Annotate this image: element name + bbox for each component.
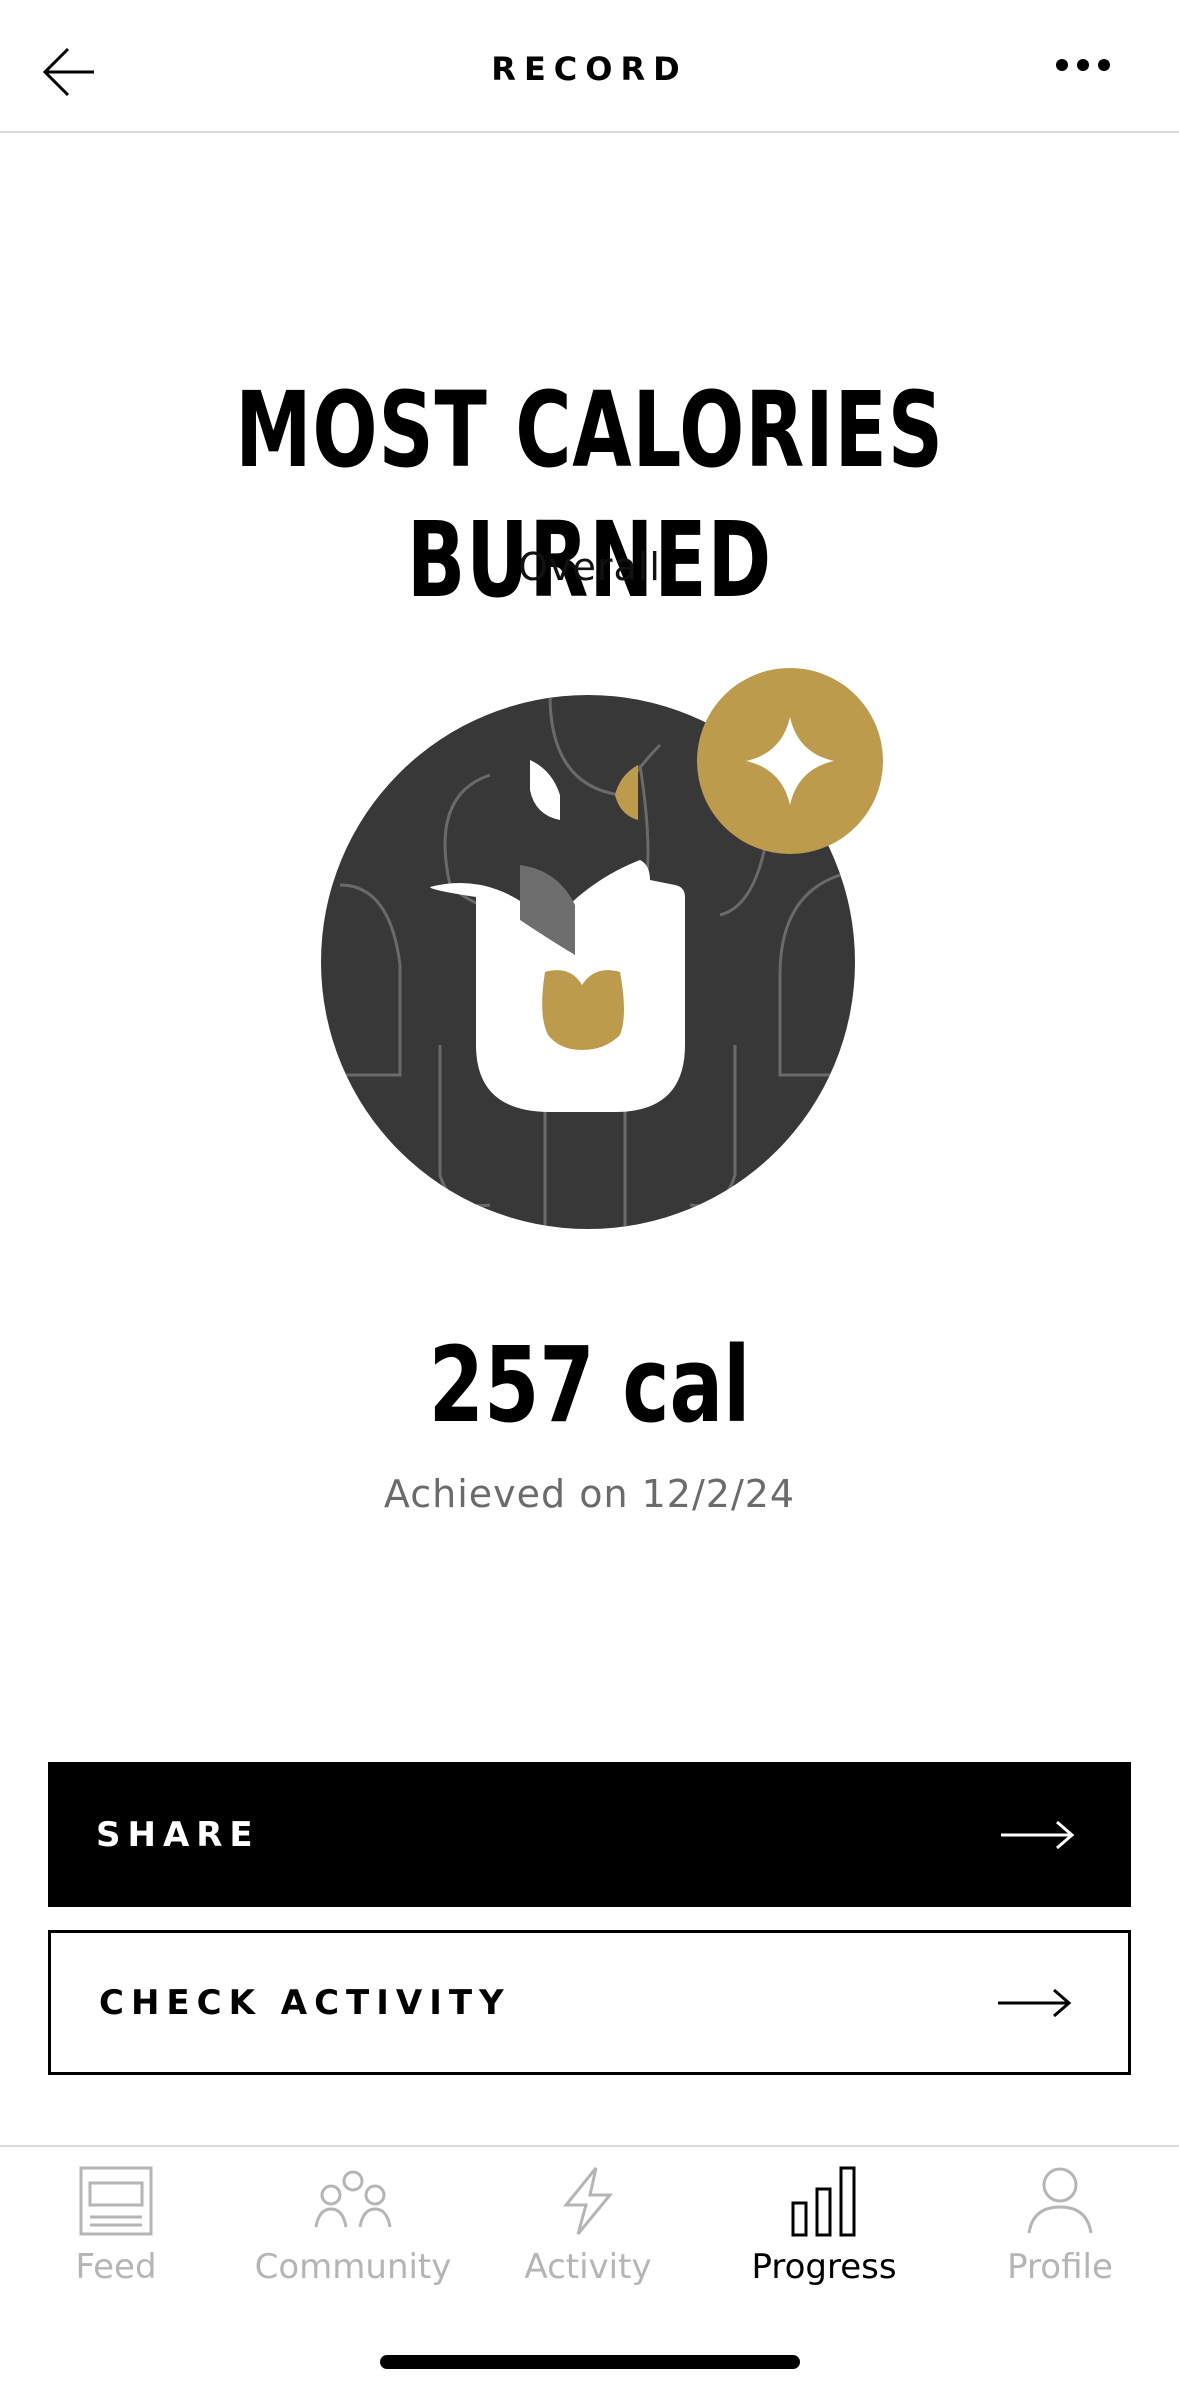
community-icon bbox=[314, 2170, 392, 2228]
tab-profile-label: Profile bbox=[1007, 2247, 1113, 2287]
check-activity-button-label: CHECK ACTIVITY bbox=[99, 1982, 511, 2023]
tab-feed-label: Feed bbox=[75, 2247, 157, 2287]
tab-feed[interactable]: Feed bbox=[6, 2165, 226, 2287]
home-indicator bbox=[380, 2355, 800, 2369]
feed-icon bbox=[79, 2166, 153, 2236]
page-title: RECORD bbox=[491, 50, 688, 88]
share-button-label: SHARE bbox=[96, 1814, 260, 1855]
more-options-icon[interactable] bbox=[1050, 50, 1116, 80]
tab-progress[interactable]: Progress bbox=[714, 2165, 934, 2287]
achievement-badge-icon bbox=[320, 665, 885, 1230]
arrow-right-icon bbox=[1001, 1820, 1075, 1849]
check-activity-button[interactable]: CHECK ACTIVITY bbox=[48, 1930, 1131, 2075]
tab-progress-label: Progress bbox=[751, 2247, 897, 2287]
tab-activity-label: Activity bbox=[524, 2247, 652, 2287]
progress-icon bbox=[791, 2166, 856, 2237]
share-button[interactable]: SHARE bbox=[48, 1762, 1131, 1907]
tab-community[interactable]: Community bbox=[243, 2165, 463, 2287]
top-navigation-bar: RECORD bbox=[0, 0, 1179, 133]
tab-activity[interactable]: Activity bbox=[478, 2165, 698, 2287]
arrow-right-icon bbox=[998, 1988, 1072, 2017]
achievement-category: Overall bbox=[518, 545, 661, 589]
profile-icon bbox=[1027, 2167, 1093, 2234]
activity-icon bbox=[562, 2167, 614, 2235]
record-value: 257 cal bbox=[428, 1324, 751, 1446]
tab-profile[interactable]: Profile bbox=[950, 2165, 1170, 2287]
tab-community-label: Community bbox=[254, 2247, 452, 2287]
achieved-date: Achieved on 12/2/24 bbox=[383, 1472, 796, 1516]
